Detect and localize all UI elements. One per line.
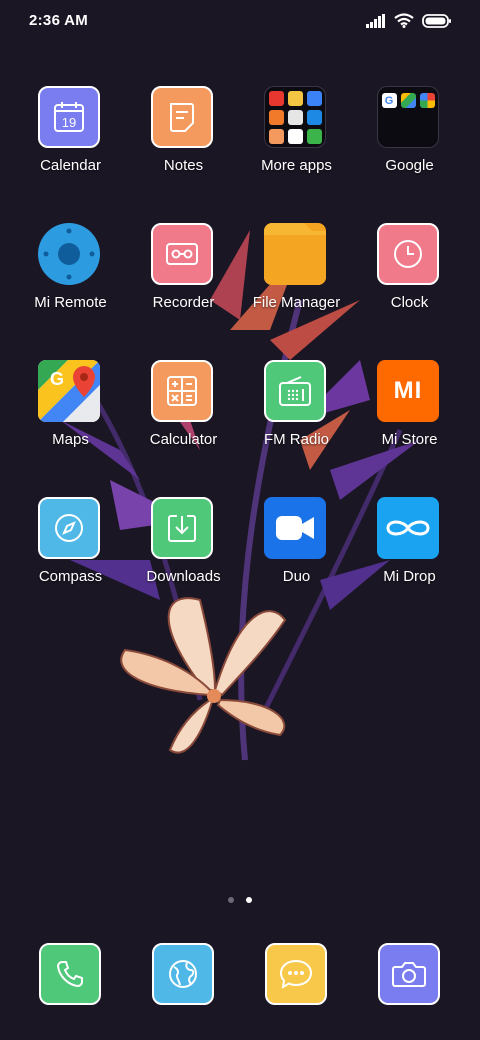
app-maps[interactable]: G Maps xyxy=(14,360,127,470)
app-label: Duo xyxy=(282,568,311,585)
app-icon xyxy=(287,109,303,125)
app-label: Mi Remote xyxy=(34,294,107,311)
page-indicator[interactable] xyxy=(0,897,480,907)
app-icon xyxy=(268,128,284,144)
radio-icon xyxy=(264,360,326,422)
phone-icon xyxy=(39,943,101,1005)
globe-icon xyxy=(152,943,214,1005)
compass-icon xyxy=(38,497,100,559)
app-label: Recorder xyxy=(152,294,215,311)
app-file-manager[interactable]: File Manager xyxy=(240,223,353,333)
app-label: Compass xyxy=(38,568,103,585)
mi-pay-icon xyxy=(287,128,303,144)
infinity-icon xyxy=(377,497,439,559)
folder-icon: G xyxy=(377,86,439,148)
svg-text:G: G xyxy=(50,369,64,389)
wifi-icon xyxy=(394,13,414,28)
cassette-icon xyxy=(151,223,213,285)
app-fm-radio[interactable]: FM Radio xyxy=(240,360,353,470)
page-dot-1[interactable] xyxy=(228,897,234,903)
app-label: Mi Drop xyxy=(383,568,436,585)
dock-browser[interactable] xyxy=(152,943,214,1005)
wps-icon xyxy=(268,90,284,106)
mi-logo-icon: MI xyxy=(377,360,439,422)
google-icon: G xyxy=(381,93,397,108)
app-recorder[interactable]: Recorder xyxy=(127,223,240,333)
mi-logo-text: MI xyxy=(393,377,423,404)
app-label: FM Radio xyxy=(263,431,330,448)
status-bar: 2:36 AM xyxy=(0,0,480,44)
app-label: Maps xyxy=(52,431,89,448)
calculator-icon xyxy=(151,360,213,422)
notes-icon xyxy=(151,86,213,148)
app-label: Clock xyxy=(390,294,429,311)
app-downloads[interactable]: Downloads xyxy=(127,497,240,607)
status-icons xyxy=(366,13,452,28)
dock-messages[interactable] xyxy=(265,943,327,1005)
folder-icon xyxy=(264,86,326,148)
calendar-date: 19 xyxy=(62,115,76,130)
app-label: Calendar xyxy=(40,157,101,174)
app-notes[interactable]: Notes xyxy=(127,86,240,196)
app-calendar[interactable]: 19 Calendar xyxy=(14,86,127,196)
app-mi-store[interactable]: MI Mi Store xyxy=(353,360,466,470)
google-maps-icon: G xyxy=(38,360,100,422)
gallery-icon xyxy=(287,90,303,106)
app-icon xyxy=(306,109,322,125)
folder-icon xyxy=(264,223,326,285)
camera-icon xyxy=(378,943,440,1005)
remote-icon xyxy=(38,223,100,285)
android-icon xyxy=(306,128,322,144)
app-mi-drop[interactable]: Mi Drop xyxy=(353,497,466,607)
chat-bubble-icon xyxy=(265,943,327,1005)
battery-icon xyxy=(422,13,451,28)
app-label: Notes xyxy=(163,157,204,174)
app-icon xyxy=(268,109,284,125)
app-label: Downloads xyxy=(146,568,221,585)
calendar-icon: 19 xyxy=(38,86,100,148)
dock-phone[interactable] xyxy=(39,943,101,1005)
folder-more-apps[interactable]: More apps xyxy=(240,86,353,196)
download-icon xyxy=(151,497,213,559)
app-compass[interactable]: Compass xyxy=(14,497,127,607)
app-clock[interactable]: Clock xyxy=(353,223,466,333)
app-label: File Manager xyxy=(252,294,341,311)
app-label: More apps xyxy=(261,157,332,174)
folder-google[interactable]: G Google xyxy=(353,86,466,196)
app-mi-remote[interactable]: Mi Remote xyxy=(14,223,127,333)
photos-icon xyxy=(419,93,435,108)
status-time: 2:36 AM xyxy=(29,12,89,29)
dock-camera[interactable] xyxy=(378,943,440,1005)
video-camera-icon xyxy=(264,497,326,559)
page-dot-2[interactable] xyxy=(246,897,252,903)
app-calculator[interactable]: Calculator xyxy=(127,360,240,470)
drive-icon xyxy=(400,93,416,108)
app-label: Mi Store xyxy=(381,431,438,448)
app-duo[interactable]: Duo xyxy=(240,497,353,607)
app-label: Calculator xyxy=(149,431,218,448)
signal-icon xyxy=(366,13,385,28)
app-label: Google xyxy=(385,157,434,174)
clock-icon xyxy=(377,223,439,285)
app-icon xyxy=(306,90,322,106)
